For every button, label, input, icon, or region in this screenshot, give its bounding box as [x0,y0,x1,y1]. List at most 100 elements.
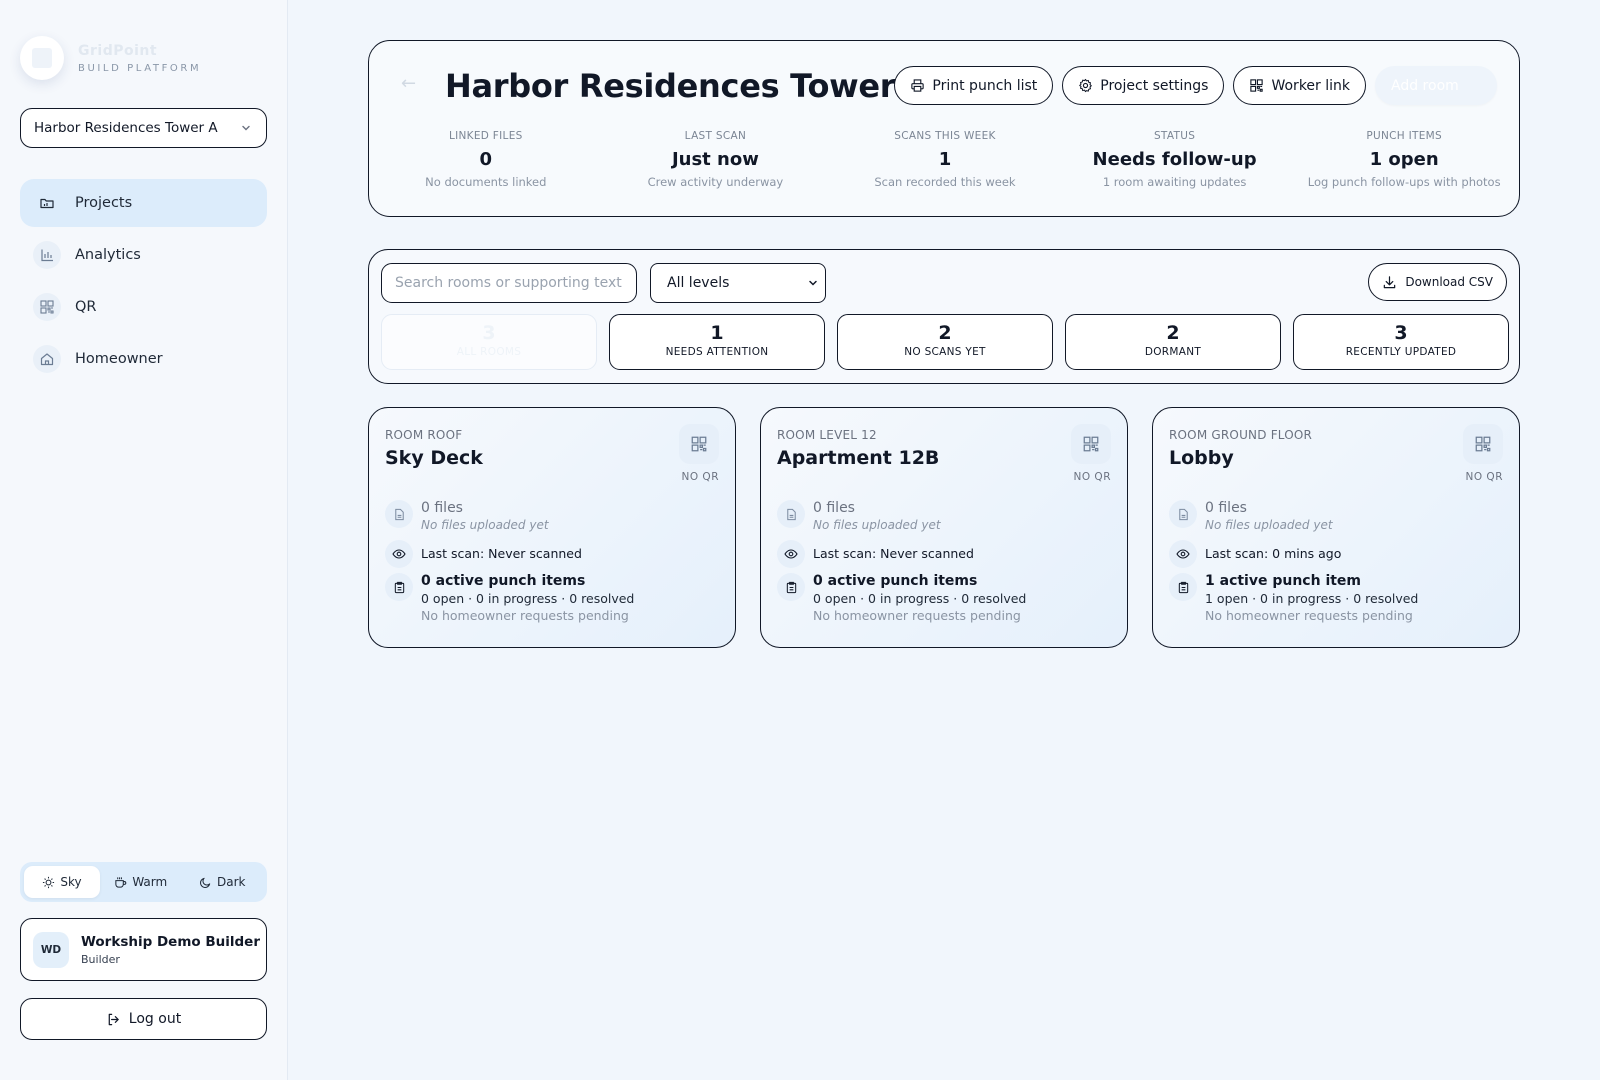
worker-link-button[interactable]: Worker link [1233,66,1366,105]
filter-tile-no-scans-yet[interactable]: 2 NO SCANS YET [837,314,1053,370]
qr-icon[interactable] [679,424,719,464]
sidebar-item-projects[interactable]: Projects [20,179,267,227]
search-input[interactable]: Search rooms or supporting text [381,263,637,303]
home-icon [33,345,61,373]
worker-link-label: Worker link [1271,77,1350,94]
filter-tile-all-rooms[interactable]: 3 ALL ROOMS [381,314,597,370]
room-name: Apartment 12B [777,447,940,469]
theme-sky-button[interactable]: Sky [24,866,100,898]
theme-dark-button[interactable]: Dark [182,866,264,898]
tile-label: DORMANT [1144,346,1202,358]
level-select[interactable]: All levels [650,263,826,303]
room-tag: ROOM ROOF [385,428,463,442]
homeowner-requests: No homeowner requests pending [813,608,1021,623]
stat-subtext: No documents linked [425,175,547,189]
sidebar-item-qr[interactable]: QR [20,283,267,331]
last-scan: Last scan: Never scanned [813,546,974,561]
project-settings-label: Project settings [1100,77,1209,94]
last-scan: Last scan: 0 mins ago [1205,546,1342,561]
qr-status: NO QR [1465,471,1503,483]
project-stats: LINKED FILES 0 No documents linked LAST … [371,130,1519,189]
logout-button[interactable]: Log out [20,998,267,1040]
file-icon [1169,500,1197,528]
brand-name: GridPoint [78,42,158,59]
theme-warm-button[interactable]: Warm [100,866,182,898]
files-note: No files uploaded yet [813,518,941,532]
sidebar-item-label: Projects [75,195,133,211]
theme-dark-label: Dark [217,875,246,889]
tile-label: ALL ROOMS [456,346,522,358]
back-arrow-icon[interactable]: ← [401,73,416,94]
download-icon [1384,275,1396,288]
room-name: Sky Deck [385,447,483,469]
project-settings-button[interactable]: Project settings [1062,66,1225,105]
scan-row: Last scan: 0 mins ago [1169,540,1341,568]
project-selector[interactable]: Harbor Residences Tower A [20,108,267,148]
stat-value: 0 [479,149,493,170]
scan-row: Last scan: Never scanned [777,540,974,568]
brand[interactable]: GridPoint BUILD PLATFORM [20,36,201,80]
tile-count: 3 [1394,322,1408,344]
files-count: 0 files [421,500,463,516]
stat-label: PUNCH ITEMS [1366,130,1442,142]
room-card-apartment-12b[interactable]: ROOM LEVEL 12 Apartment 12B NO QR 0 file… [760,407,1128,648]
stat-last-scan: LAST SCAN Just now Crew activity underwa… [601,130,831,189]
theme-warm-label: Warm [132,875,168,889]
tile-label: NEEDS ATTENTION [665,346,769,358]
user-card[interactable]: WD Workship Demo Builder Builder [20,918,267,981]
tile-count: 2 [938,322,952,344]
qr-icon [1250,79,1264,92]
homeowner-requests: No homeowner requests pending [421,608,629,623]
filter-tile-needs-attention[interactable]: 1 NEEDS ATTENTION [609,314,825,370]
homeowner-requests: No homeowner requests pending [1205,608,1413,623]
filter-panel: Search rooms or supporting text All leve… [368,249,1520,384]
filter-tile-recently-updated[interactable]: 3 RECENTLY UPDATED [1293,314,1509,370]
stat-linked-files: LINKED FILES 0 No documents linked [371,130,601,189]
sidebar-item-analytics[interactable]: Analytics [20,231,267,279]
files-count: 0 files [813,500,855,516]
stat-punch-items: PUNCH ITEMS 1 open Log punch follow-ups … [1289,130,1519,189]
qr-icon[interactable] [1463,424,1503,464]
brand-subtitle: BUILD PLATFORM [78,62,202,74]
file-icon [777,500,805,528]
punch-counts: 1 open · 0 in progress · 0 resolved [1205,591,1419,606]
files-note: No files uploaded yet [1205,518,1333,532]
stat-subtext: Scan recorded this week [874,175,1016,189]
tile-count: 2 [1166,322,1180,344]
coffee-icon [115,876,127,888]
print-punch-list-label: Print punch list [932,77,1038,94]
print-punch-list-button[interactable]: Print punch list [894,66,1054,105]
page-title: Harbor Residences Tower A [445,67,931,105]
punch-counts: 0 open · 0 in progress · 0 resolved [421,591,635,606]
chevron-down-icon [242,125,250,131]
stat-scans-this-week: SCANS THIS WEEK 1 Scan recorded this wee… [830,130,1060,189]
printer-icon [911,79,925,92]
room-card-sky-deck[interactable]: ROOM ROOF Sky Deck NO QR 0 files No files… [368,407,736,648]
punch-row: 0 active punch items 0 open · 0 in progre… [777,573,1026,623]
sidebar-item-homeowner[interactable]: Homeowner [20,335,267,383]
user-role: Builder [81,952,120,966]
qr-icon[interactable] [1071,424,1111,464]
eye-icon [385,540,413,568]
room-card-lobby[interactable]: ROOM GROUND FLOOR Lobby NO QR 0 files No … [1152,407,1520,648]
chevron-down-icon [809,280,817,286]
download-csv-button[interactable]: Download CSV [1368,263,1507,301]
stat-label: STATUS [1153,130,1196,142]
sidebar-item-label: Analytics [75,247,141,263]
sidebar-nav: Projects Analytics QR Homeowner [20,179,267,387]
filter-tiles: 3 ALL ROOMS 1 NEEDS ATTENTION 2 NO SCANS… [381,314,1509,370]
stat-value: Needs follow-up [1092,149,1257,170]
clipboard-icon [385,573,413,601]
theme-sky-label: Sky [60,875,82,889]
moon-icon [200,877,211,888]
clipboard-icon [777,573,805,601]
user-name: Workship Demo Builder [81,933,260,950]
logo-icon [20,36,64,80]
punch-items: 0 active punch items [813,573,978,589]
qr-status: NO QR [1073,471,1111,483]
add-room-button[interactable]: Add room [1375,66,1497,105]
logout-icon [108,1013,119,1025]
logout-label: Log out [128,1011,182,1027]
qr-icon [33,293,61,321]
filter-tile-dormant[interactable]: 2 DORMANT [1065,314,1281,370]
